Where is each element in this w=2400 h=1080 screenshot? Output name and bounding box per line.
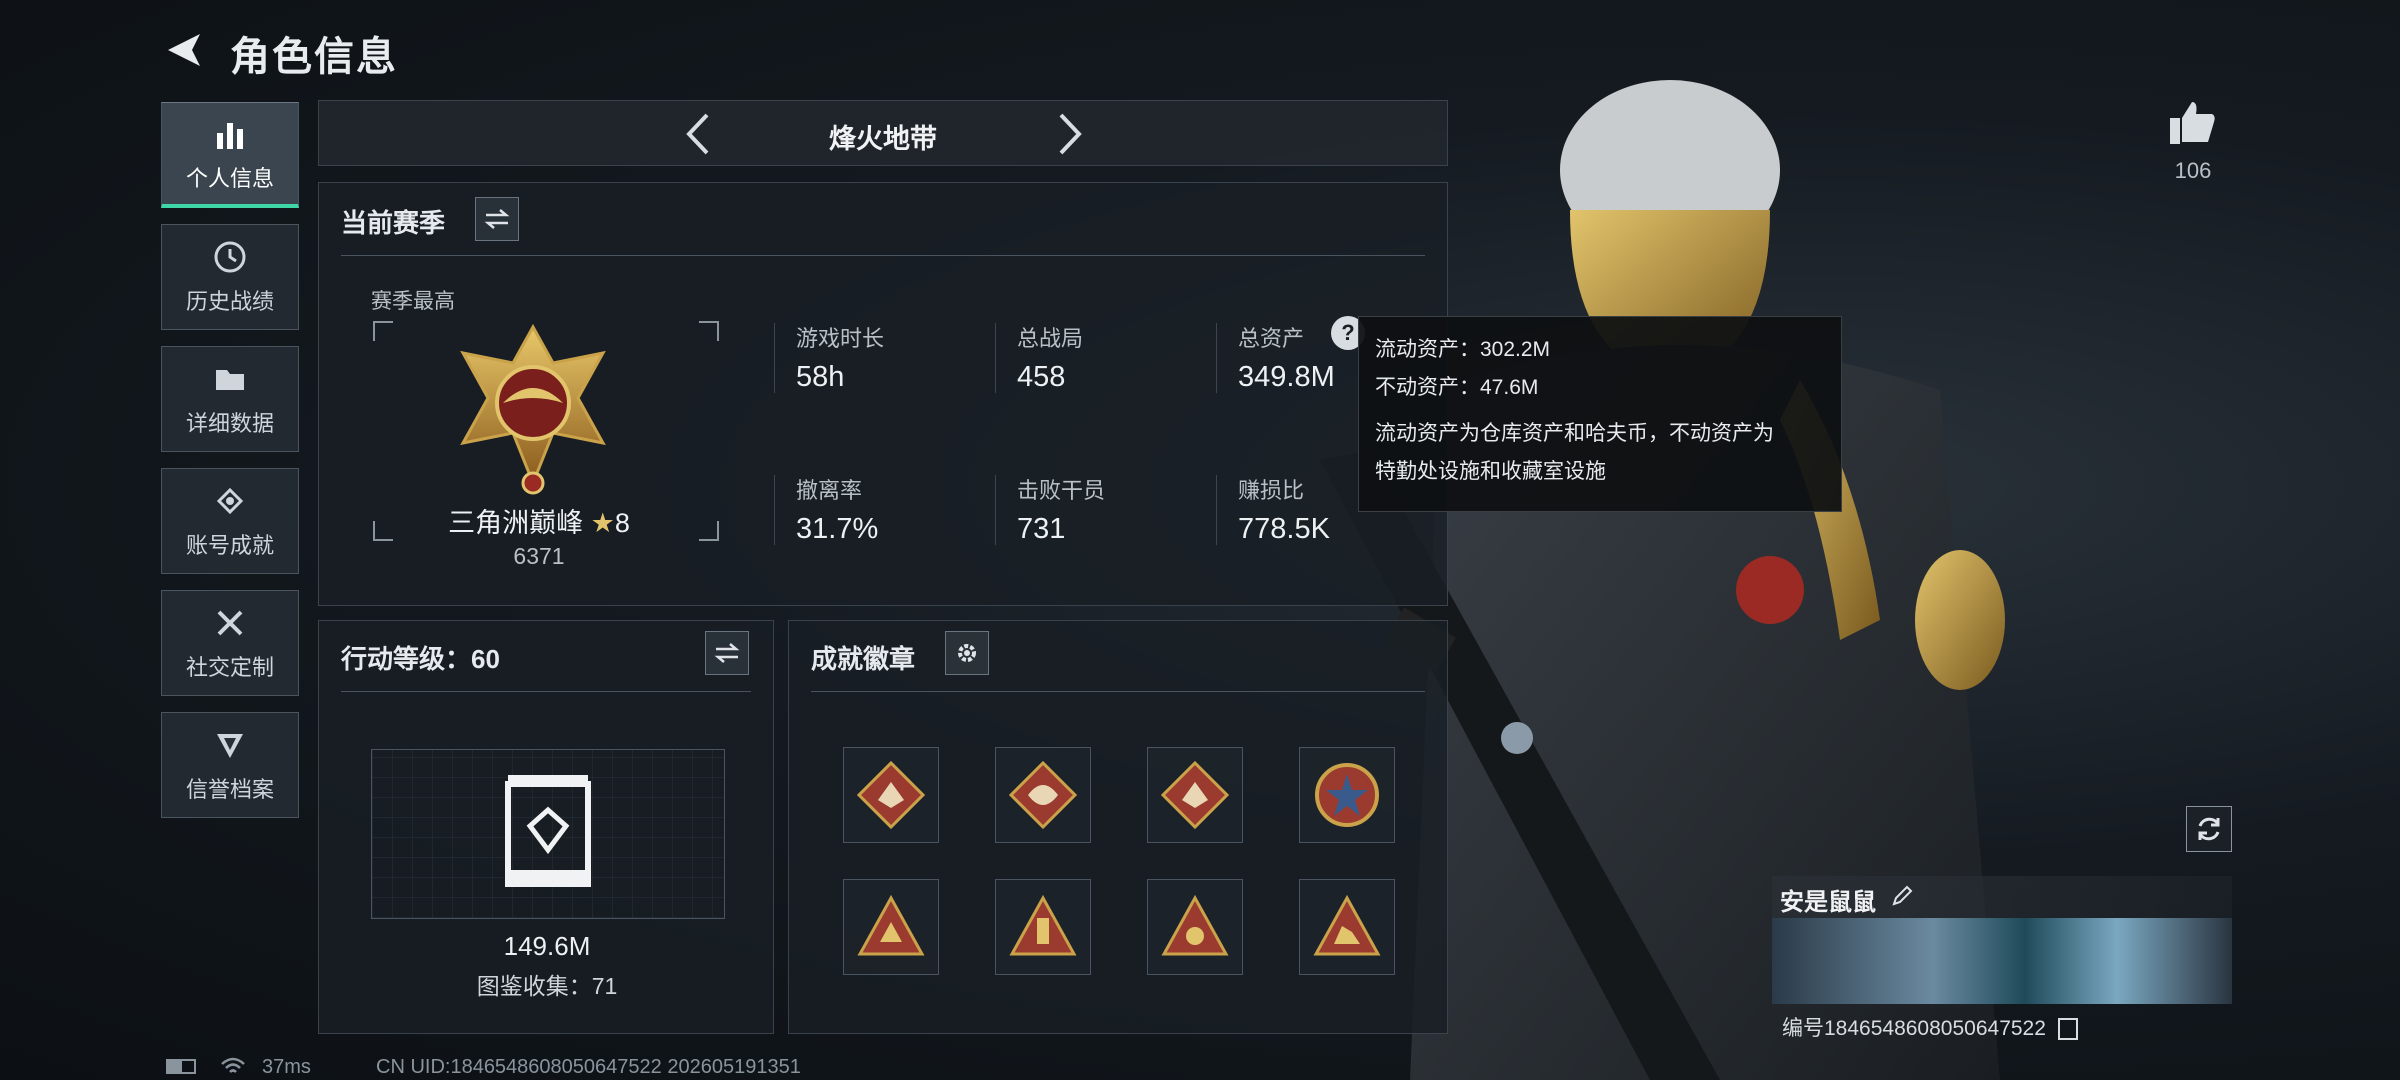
stat-label-total-assets: 总资产	[1238, 326, 1305, 351]
sidebar-item-social[interactable]: 社交定制	[161, 590, 299, 696]
sidebar-item-reputation[interactable]: 信誉档案	[161, 712, 299, 818]
season-switch-button[interactable]	[475, 197, 519, 241]
sidebar-item-history[interactable]: 历史战绩	[161, 224, 299, 330]
gear-icon	[958, 644, 976, 662]
stat-label-extract-rate: 撤离率	[796, 478, 863, 503]
season-panel: 当前赛季 赛季最高 三角洲巅峰 ★8 6371 游戏时长 58h 总战局 458…	[318, 182, 1448, 606]
sidebar-item-label: 社交定制	[185, 655, 274, 680]
mode-selector: 烽火地带	[318, 100, 1448, 166]
stat-label-playtime: 游戏时长	[796, 326, 885, 351]
copy-icon[interactable]	[2057, 1018, 2078, 1041]
uid-text: CN UID:1846548608050647522 202605191351	[376, 1056, 801, 1078]
profile-banner-image	[1772, 918, 2232, 1004]
page-title: 角色信息	[230, 35, 398, 79]
like-count: 106	[2174, 158, 2212, 183]
stat-value-profit-ratio: 778.5K	[1238, 513, 1330, 545]
season-title: 当前赛季	[341, 208, 446, 238]
rotate-icon	[2198, 817, 2220, 841]
action-level-switch-button[interactable]	[705, 631, 749, 675]
stat-label-kills: 击败干员	[1017, 478, 1106, 503]
tooltip-liquid-assets: 流动资产：302.2M	[1375, 338, 1551, 361]
tooltip-fixed-assets: 不动资产：47.6M	[1375, 376, 1539, 399]
stat-value-playtime: 58h	[796, 361, 845, 393]
tooltip-desc-line1: 流动资产为仓库资产和哈夫币，不动资产为	[1375, 422, 1774, 445]
action-level-panel: 行动等级：60 149.6M 图鉴收集：71	[318, 620, 774, 1034]
stat-value-kills: 731	[1017, 513, 1066, 545]
badge-slot[interactable]	[1147, 747, 1243, 843]
sidebar-item-label: 详细数据	[185, 411, 274, 436]
swap-icon	[714, 643, 740, 663]
chevron-right-icon[interactable]	[1049, 111, 1089, 157]
collection-cabinet-icon	[505, 775, 591, 887]
badge-slot[interactable]	[1299, 879, 1395, 975]
rank-name: 三角洲巅峰 ★8	[409, 501, 669, 540]
tools-icon	[211, 604, 249, 642]
stat-value-total-matches: 458	[1017, 361, 1066, 393]
badge-slot[interactable]	[995, 879, 1091, 975]
stat-value-total-assets: 349.8M	[1238, 361, 1335, 393]
rank-name-text: 三角洲巅峰	[448, 508, 584, 538]
sidebar-item-label: 账号成就	[185, 533, 274, 558]
ping-text: 37ms	[262, 1056, 311, 1078]
player-id: 编号1846548608050647522	[1782, 1012, 2078, 1042]
stat-label-total-matches: 总战局	[1017, 326, 1084, 351]
collection-value: 149.6M	[503, 931, 591, 961]
stat-value-extract-rate: 31.7%	[796, 513, 879, 545]
bar-chart-icon	[211, 115, 249, 153]
collection-count: 图鉴收集：71	[476, 973, 618, 999]
folder-icon	[211, 360, 249, 398]
battery-icon	[166, 1059, 196, 1074]
stat-label-profit-ratio: 赚损比	[1238, 478, 1305, 503]
clock-icon	[211, 238, 249, 276]
badge-triangle-icon	[1161, 894, 1229, 956]
reputation-icon	[211, 726, 249, 764]
thumbs-up-icon[interactable]	[2168, 98, 2218, 146]
sidebar-item-achievements[interactable]: 账号成就	[161, 468, 299, 574]
mode-label: 烽火地带	[829, 124, 937, 154]
badge-star-medal-icon	[1315, 763, 1379, 827]
tooltip-desc-line2: 特勤处设施和收藏室设施	[1375, 460, 1606, 483]
rotate-view-button[interactable]	[2186, 806, 2232, 852]
back-arrow-icon[interactable]	[160, 26, 208, 74]
badge-triangle-icon	[1313, 894, 1381, 956]
assets-tooltip: 流动资产：302.2M 不动资产：47.6M 流动资产为仓库资产和哈夫币，不动资…	[1358, 316, 1842, 512]
badge-slot[interactable]	[1147, 879, 1243, 975]
wifi-icon	[221, 1057, 245, 1073]
swap-icon	[484, 209, 510, 229]
badge-slot[interactable]	[843, 879, 939, 975]
sidebar-item-label: 历史战绩	[185, 289, 274, 314]
badge-triangle-icon	[857, 894, 925, 956]
rank-stars: 8	[614, 508, 630, 538]
badges-settings-button[interactable]	[945, 631, 989, 675]
profile-name-bar: 安是鼠鼠	[1772, 876, 2232, 918]
sidebar-item-detail-data[interactable]: 详细数据	[161, 346, 299, 452]
badges-title: 成就徽章	[811, 644, 916, 674]
edit-icon[interactable]	[1890, 884, 1914, 908]
achievement-icon	[211, 482, 249, 520]
badge-dragon-icon	[1008, 760, 1078, 830]
sidebar-item-personal-info[interactable]: 个人信息	[161, 102, 299, 208]
player-name: 安是鼠鼠	[1780, 889, 1876, 916]
badges-panel: 成就徽章	[788, 620, 1448, 1034]
player-id-text: 编号1846548608050647522	[1782, 1017, 2046, 1040]
badge-slot[interactable]	[1299, 747, 1395, 843]
badge-wolf-icon	[856, 760, 926, 830]
rank-emblem-icon	[460, 323, 606, 495]
star-icon: ★	[590, 508, 615, 538]
rank-score: 6371	[513, 543, 565, 569]
badge-wolf-icon	[1160, 760, 1230, 830]
action-level-title: 行动等级：60	[341, 644, 500, 674]
badge-slot[interactable]	[843, 747, 939, 843]
badge-slot[interactable]	[995, 747, 1091, 843]
season-best-label: 赛季最高	[371, 290, 455, 313]
collection-display[interactable]	[371, 749, 725, 919]
sidebar-item-label: 个人信息	[185, 165, 274, 191]
sidebar-item-label: 信誉档案	[185, 777, 274, 802]
badge-triangle-icon	[1009, 894, 1077, 956]
